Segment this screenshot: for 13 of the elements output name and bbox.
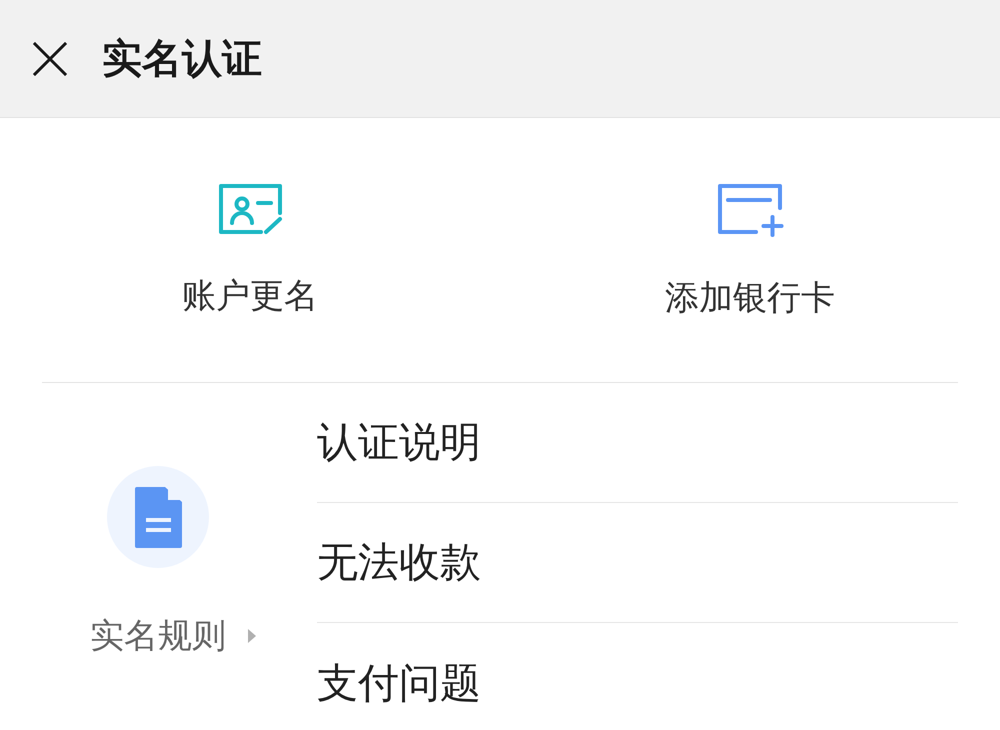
add-bank-card-button[interactable]: 添加银行卡 (500, 118, 1000, 382)
help-list-item[interactable]: 无法收款 (317, 503, 958, 623)
caret-icon (248, 629, 256, 644)
help-list-item[interactable]: 支付问题 (317, 623, 958, 730)
close-button[interactable] (31, 40, 69, 78)
id-card-icon (217, 182, 283, 236)
account-rename-button[interactable]: 账户更名 (0, 118, 500, 382)
card-plus-icon (716, 182, 784, 238)
page-title: 实名认证 (102, 34, 262, 82)
document-icon (107, 466, 209, 568)
rules-link[interactable]: 实名规则 (90, 616, 256, 657)
close-icon (33, 42, 67, 76)
help-list-item[interactable]: 认证说明 (317, 383, 958, 503)
